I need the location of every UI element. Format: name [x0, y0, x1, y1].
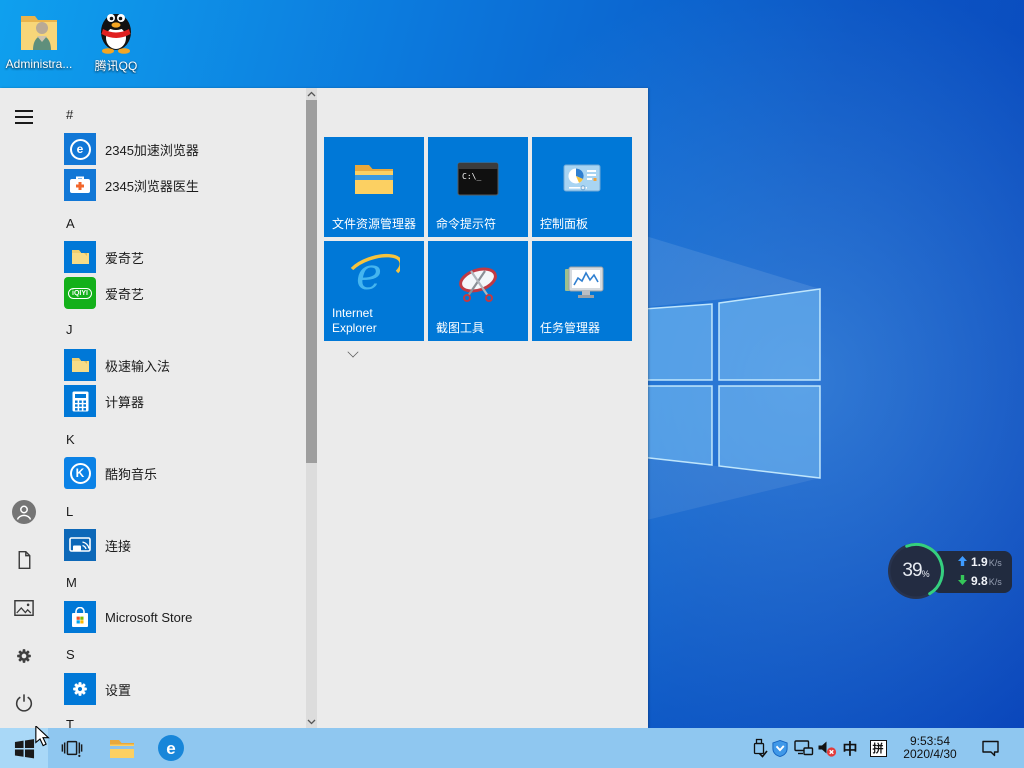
tile-snipping-tool[interactable]: 截图工具 [428, 241, 528, 341]
expand-menu-button[interactable] [15, 110, 33, 124]
section-header[interactable]: K [66, 432, 75, 448]
screen: Administra... 腾讯QQ 1.9 K/s 9.8 K/s 39 % … [0, 0, 1024, 768]
power-icon [15, 694, 33, 712]
desktop-icon-qq[interactable]: 腾讯QQ [78, 8, 154, 74]
scroll-up-button[interactable] [306, 88, 317, 100]
start-button[interactable] [0, 728, 48, 768]
taskbar-clock[interactable]: 9:53:54 2020/4/30 [896, 728, 964, 768]
snipping-tool-icon [428, 255, 528, 311]
app-item-connect[interactable]: 连接 [64, 529, 131, 561]
app-item-iqiyi[interactable]: iQIYI 爱奇艺 [64, 277, 144, 309]
section-header[interactable]: A [66, 216, 75, 232]
edge-e-icon: e [158, 735, 184, 761]
connect-cast-icon [64, 529, 96, 561]
user-avatar-icon [12, 500, 36, 524]
network-tray-icon[interactable] [793, 728, 814, 768]
power-button[interactable] [0, 680, 48, 728]
app-item-settings[interactable]: 设置 [64, 673, 131, 705]
2345-browser-icon: e [64, 133, 96, 165]
net-speed-widget[interactable]: 1.9 K/s 9.8 K/s 39% [886, 541, 1014, 603]
usb-tray-icon[interactable] [748, 728, 768, 768]
app-item-kugou[interactable]: K 酷狗音乐 [64, 457, 157, 489]
task-view-button[interactable] [48, 728, 96, 768]
clock-date: 2020/4/30 [903, 747, 957, 761]
volume-muted-tray-icon[interactable] [816, 728, 838, 768]
scroll-down-button[interactable] [306, 716, 317, 728]
pictures-icon [14, 600, 34, 616]
folder-group-icon [64, 349, 96, 381]
app-group-jisu-ime[interactable]: 极速输入法 [64, 346, 359, 381]
settings-gear-icon [64, 673, 96, 705]
user-folder-icon [1, 8, 77, 54]
ime-mode-indicator[interactable]: 拼 [868, 728, 888, 768]
start-menu: # e 2345加速浏览器 2345浏览器医生 A 爱奇艺 iQIYI 爱奇艺 … [0, 88, 648, 732]
upload-arrow-icon [958, 556, 967, 566]
folder-group-icon [64, 241, 96, 273]
section-header[interactable]: L [66, 504, 73, 520]
folder-icon [110, 739, 134, 758]
document-icon [18, 550, 30, 570]
pictures-button[interactable] [0, 584, 48, 632]
account-button[interactable] [0, 488, 48, 536]
section-header[interactable]: J [66, 322, 73, 338]
download-speed: 9.8 [971, 574, 988, 588]
command-prompt-icon: C:\_ [428, 151, 528, 207]
tile-task-manager[interactable]: 任务管理器 [532, 241, 632, 341]
action-center-icon [981, 740, 999, 757]
tile-command-prompt[interactable]: C:\_ 命令提示符 [428, 137, 528, 237]
desktop-icon-label: 腾讯QQ [94, 59, 138, 73]
app-item-2345-doctor[interactable]: 2345浏览器医生 [64, 169, 199, 201]
net-percent-value: 39 [902, 560, 922, 581]
svg-text:C:\_: C:\_ [462, 172, 481, 181]
section-header[interactable]: M [66, 575, 77, 591]
taskbar-file-explorer-button[interactable] [98, 728, 146, 768]
app-list-scrollbar[interactable] [306, 88, 317, 728]
file-explorer-icon [324, 151, 424, 207]
net-percent-ball[interactable]: 39% [886, 541, 946, 601]
desktop-icon-administrator[interactable]: Administra... [1, 8, 77, 71]
app-item-microsoft-store[interactable]: Microsoft Store [64, 601, 192, 633]
download-arrow-icon [958, 575, 967, 585]
action-center-button[interactable] [978, 728, 1002, 768]
app-group-iqiyi[interactable]: 爱奇艺 [64, 238, 359, 273]
settings-button[interactable] [0, 632, 48, 680]
tile-internet-explorer[interactable]: e Internet Explorer [324, 241, 424, 341]
qq-penguin-icon [78, 8, 154, 54]
tile-control-panel[interactable]: 控制面板 [532, 137, 632, 237]
kugou-music-icon: K [64, 457, 96, 489]
chevron-down-icon [347, 346, 359, 358]
taskbar-browser-button[interactable]: e [147, 728, 195, 768]
upload-speed: 1.9 [971, 555, 988, 569]
2345-doctor-icon [64, 169, 96, 201]
app-item-2345-browser[interactable]: e 2345加速浏览器 [64, 133, 199, 165]
calculator-icon [64, 385, 96, 417]
task-view-icon [61, 740, 83, 757]
section-header[interactable]: # [66, 107, 73, 123]
app-item-calculator[interactable]: 计算器 [64, 385, 144, 417]
iqiyi-icon: iQIYI [64, 277, 96, 309]
ime-language-indicator[interactable]: 中 [840, 728, 860, 768]
scrollbar-thumb[interactable] [306, 100, 317, 463]
security-shield-tray-icon[interactable] [770, 728, 789, 768]
section-header[interactable]: S [66, 647, 75, 663]
windows-logo-icon [14, 738, 34, 758]
documents-button[interactable] [0, 536, 48, 584]
internet-explorer-icon: e [324, 245, 424, 301]
tile-file-explorer[interactable]: 文件资源管理器 [324, 137, 424, 237]
microsoft-store-icon [64, 601, 96, 633]
control-panel-icon [532, 151, 632, 207]
desktop-icon-label: Administra... [5, 57, 73, 71]
gear-icon [17, 649, 31, 663]
task-manager-icon [532, 255, 632, 311]
taskbar: e 中 拼 9:53:54 2020/4/30 [0, 728, 1024, 768]
